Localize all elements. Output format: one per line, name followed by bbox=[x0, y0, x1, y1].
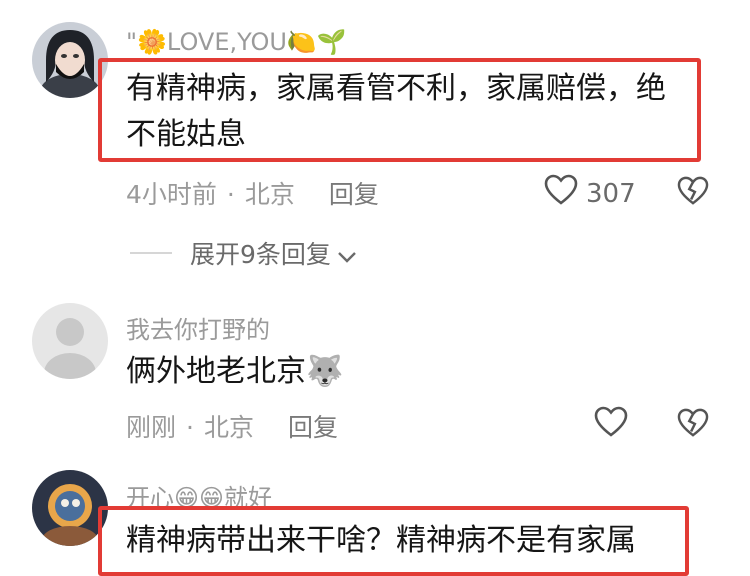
username[interactable]: 我去你打野的 bbox=[126, 310, 270, 345]
location: 北京 bbox=[244, 180, 295, 209]
location: 北京 bbox=[203, 413, 254, 442]
separator-dot: · bbox=[186, 413, 194, 442]
expand-replies-label: 展开9条回复 bbox=[190, 240, 331, 269]
divider-line bbox=[130, 252, 172, 254]
username[interactable]: "🌼LOVE,YOU🍋🌱 bbox=[126, 28, 347, 56]
comment-text: 有精神病，家属看管不利，家属赔偿，绝 不能姑息 bbox=[126, 66, 666, 158]
reply-button[interactable]: 回复 bbox=[288, 413, 338, 442]
comment-text: 精神病带出来干啥？精神病不是有家属 bbox=[126, 518, 636, 564]
comment-text: 俩外地老北京🐺 bbox=[126, 349, 343, 395]
comment-text-line: 俩外地老北京🐺 bbox=[126, 354, 344, 389]
comment-text-line: 有精神病，家属看管不利，家属赔偿，绝 bbox=[126, 71, 666, 106]
heart-icon bbox=[594, 406, 628, 445]
comment-meta: 4小时前 · 北京 回复 bbox=[126, 175, 379, 211]
avatar[interactable] bbox=[32, 470, 108, 546]
reply-button[interactable]: 回复 bbox=[329, 180, 379, 209]
heart-icon bbox=[544, 174, 578, 213]
timestamp: 刚刚 bbox=[126, 413, 177, 442]
broken-heart-icon bbox=[677, 176, 709, 210]
comment-meta: 刚刚 · 北京 回复 bbox=[126, 408, 338, 444]
like-count: 307 bbox=[586, 178, 636, 209]
like-button[interactable] bbox=[594, 406, 628, 445]
chevron-down-icon bbox=[337, 241, 357, 270]
comment-text-line: 不能姑息 bbox=[126, 117, 246, 152]
comment-text-line: 精神病带出来干啥？精神病不是有家属 bbox=[126, 523, 636, 558]
dislike-button[interactable] bbox=[677, 176, 709, 210]
avatar[interactable] bbox=[32, 303, 108, 379]
like-button[interactable]: 307 bbox=[544, 174, 636, 213]
separator-dot: · bbox=[226, 180, 235, 209]
avatar[interactable] bbox=[32, 22, 108, 98]
broken-heart-icon bbox=[677, 408, 709, 442]
dislike-button[interactable] bbox=[677, 408, 709, 442]
timestamp: 4小时前 bbox=[126, 180, 217, 209]
expand-replies[interactable]: 展开9条回复 bbox=[130, 235, 357, 271]
